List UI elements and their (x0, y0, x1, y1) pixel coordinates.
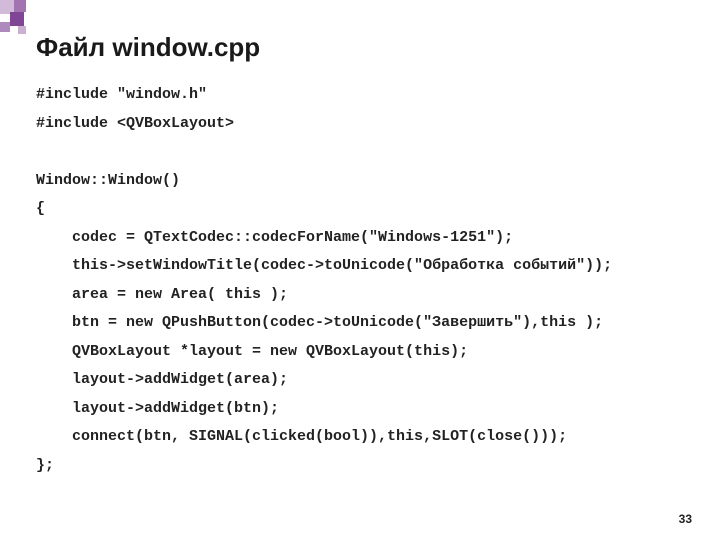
code-block: #include "window.h" #include <QVBoxLayou… (36, 81, 690, 480)
page-number: 33 (679, 512, 692, 526)
page-title: Файл window.cpp (36, 32, 690, 63)
slide-content: Файл window.cpp #include "window.h" #inc… (0, 0, 720, 480)
corner-decoration (0, 0, 40, 40)
